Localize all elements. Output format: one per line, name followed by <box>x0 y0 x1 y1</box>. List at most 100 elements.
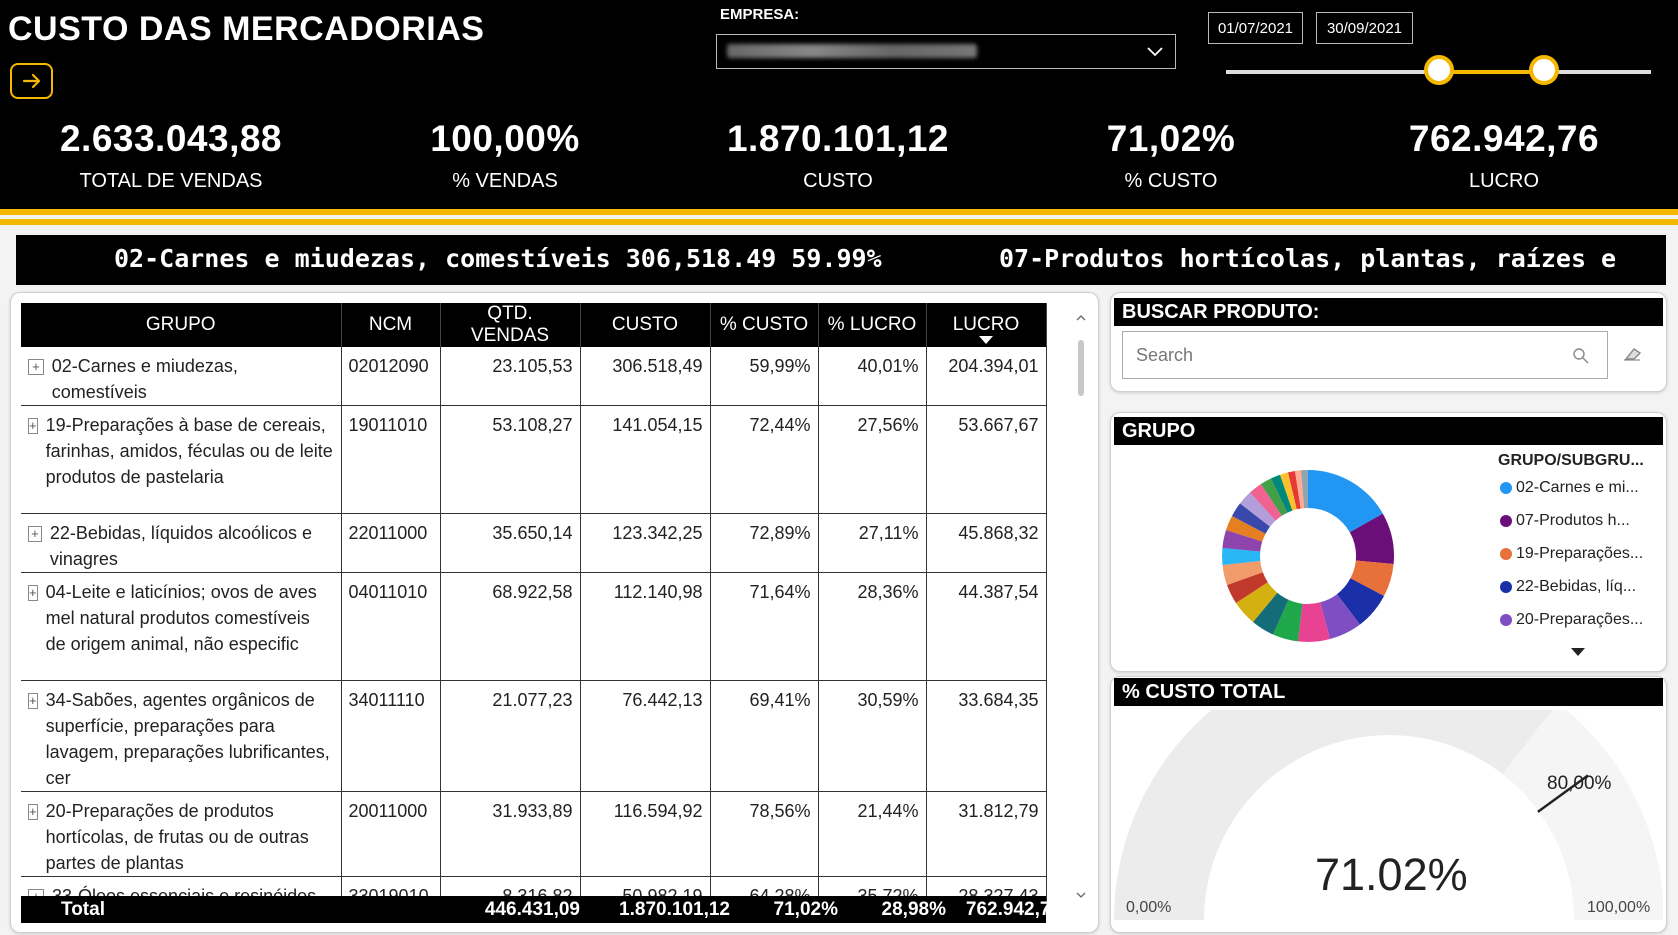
data-table: GRUPO NCM QTD. VENDAS CUSTO % CUSTO % LU… <box>21 303 1047 909</box>
table-row[interactable]: +22-Bebidas, líquidos alcoólicos e vinag… <box>21 513 1047 573</box>
column-header-lucro[interactable]: LUCRO <box>926 303 1047 347</box>
cell-grupo: +20-Preparações de produtos hortícolas, … <box>21 791 342 877</box>
expand-icon[interactable]: + <box>28 359 44 375</box>
gauge-panel-title: % CUSTO TOTAL <box>1114 678 1663 706</box>
grupo-text: 19-Preparações à base de cereais, farinh… <box>45 415 333 487</box>
table-row[interactable]: +02-Carnes e miudezas, comestíveis 02012… <box>21 347 1047 406</box>
navigate-button[interactable] <box>10 63 53 99</box>
expand-icon[interactable]: + <box>28 585 38 601</box>
grupo-text: 20-Preparações de produtos hortícolas, d… <box>45 801 309 873</box>
grupo-donut-chart[interactable] <box>1220 468 1396 644</box>
cell-ncm: 20011000 <box>341 791 441 877</box>
ticker-item: 07-Produtos hortícolas, plantas, raízes … <box>999 244 1617 273</box>
date-slider-end-handle[interactable] <box>1529 55 1559 85</box>
date-end-input[interactable]: 30/09/2021 <box>1316 12 1413 44</box>
cell-grupo: +02-Carnes e miudezas, comestíveis <box>21 347 342 406</box>
cell-ncm: 34011110 <box>341 680 441 792</box>
legend-dot <box>1500 515 1512 527</box>
expand-icon[interactable]: + <box>28 693 38 709</box>
cell-qtd: 53.108,27 <box>440 405 581 514</box>
empresa-redacted-value <box>727 44 977 58</box>
cell-pct-lucro: 27,11% <box>818 513 927 573</box>
gauge-max-label: 100,00% <box>1587 899 1651 916</box>
table-row[interactable]: +04-Leite e laticínios; ovos de aves mel… <box>21 572 1047 681</box>
gauge-min-label: 0,00% <box>1126 899 1172 916</box>
column-header-ncm[interactable]: NCM <box>341 303 441 347</box>
legend-item[interactable]: 07-Produtos h... <box>1500 512 1630 530</box>
cell-grupo: +19-Preparações à base de cereais, farin… <box>21 405 342 514</box>
table-row[interactable]: +20-Preparações de produtos hortícolas, … <box>21 791 1047 877</box>
legend-item[interactable]: 22-Bebidas, líq... <box>1500 578 1636 596</box>
header-bar: CUSTO DAS MERCADORIAS EMPRESA: 01/07/202… <box>0 0 1678 210</box>
kpi-lucro: 762.942,76 LUCRO <box>1354 118 1654 193</box>
cell-pct-custo: 72,44% <box>710 405 819 514</box>
scroll-thumb[interactable] <box>1078 340 1084 396</box>
expand-icon[interactable]: + <box>28 526 42 542</box>
kpi-label: % VENDAS <box>452 170 558 192</box>
column-header-pct-lucro[interactable]: % LUCRO <box>818 303 927 347</box>
kpi-value: 762.942,76 <box>1408 118 1600 159</box>
legend-item[interactable]: 02-Carnes e mi... <box>1500 479 1639 497</box>
search-panel-title: BUSCAR PRODUTO: <box>1114 298 1663 326</box>
table-scrollbar[interactable] <box>1075 314 1087 899</box>
scroll-down-icon[interactable] <box>1076 891 1086 899</box>
cell-lucro: 33.684,35 <box>926 680 1047 792</box>
cell-pct-custo: 78,56% <box>710 791 819 877</box>
chevron-down-icon <box>1147 47 1163 57</box>
kpi-label: LUCRO <box>1468 170 1539 192</box>
table-row[interactable]: +19-Preparações à base de cereais, farin… <box>21 405 1047 514</box>
cell-lucro: 53.667,67 <box>926 405 1047 514</box>
empresa-label: EMPRESA: <box>720 6 800 23</box>
table-row[interactable]: +34-Sabões, agentes orgânicos de superfí… <box>21 680 1047 792</box>
date-slider-start-handle[interactable] <box>1424 55 1454 85</box>
cell-qtd: 21.077,23 <box>440 680 581 792</box>
cell-custo: 306.518,49 <box>580 347 711 406</box>
expand-icon[interactable]: + <box>28 804 38 820</box>
column-header-grupo[interactable]: GRUPO <box>21 303 342 347</box>
legend-more-icon[interactable] <box>1570 647 1586 657</box>
cell-custo: 123.342,25 <box>580 513 711 573</box>
cell-lucro: 204.394,01 <box>926 347 1047 406</box>
legend-item[interactable]: 20-Preparações... <box>1500 611 1643 629</box>
column-header-lucro-label: LUCRO <box>952 314 1020 335</box>
legend-title: GRUPO/SUBGRU... <box>1498 452 1644 469</box>
cell-pct-lucro: 27,56% <box>818 405 927 514</box>
grupo-panel-title: GRUPO <box>1114 417 1663 445</box>
column-header-custo[interactable]: CUSTO <box>580 303 711 347</box>
grupo-text: 02-Carnes e miudezas, comestíveis <box>51 356 238 402</box>
legend-label: 20-Preparações... <box>1516 611 1644 628</box>
legend-label: 22-Bebidas, líq... <box>1516 578 1637 595</box>
legend-label: 02-Carnes e mi... <box>1516 479 1639 496</box>
grupo-text: 34-Sabões, agentes orgânicos de superfíc… <box>45 690 330 788</box>
gauge-target-label: 80,00% <box>1547 773 1612 794</box>
cell-ncm: 19011010 <box>341 405 441 514</box>
scroll-up-icon[interactable] <box>1076 314 1086 322</box>
kpi-total-vendas: 2.633.043,88 TOTAL DE VENDAS <box>21 118 321 193</box>
legend-dot <box>1500 482 1512 494</box>
kpi-label: CUSTO <box>803 170 873 192</box>
column-header-qtd-vendas[interactable]: QTD. VENDAS <box>440 303 581 347</box>
legend-item[interactable]: 19-Preparações... <box>1500 545 1643 563</box>
cell-grupo: +04-Leite e laticínios; ovos de aves mel… <box>21 572 342 681</box>
empresa-dropdown[interactable] <box>716 34 1176 69</box>
kpi-value: 1.870.101,12 <box>726 118 950 159</box>
column-header-pct-custo[interactable]: % CUSTO <box>710 303 819 347</box>
kpi-custo: 1.870.101,12 CUSTO <box>688 118 988 193</box>
eraser-icon[interactable] <box>1622 345 1644 363</box>
sort-descending-icon <box>978 336 993 344</box>
legend-label: 07-Produtos h... <box>1516 512 1630 529</box>
kpi-value: 2.633.043,88 <box>59 118 283 159</box>
kpi-pct-vendas: 100,00% % VENDAS <box>355 118 655 193</box>
cell-custo: 141.054,15 <box>580 405 711 514</box>
kpi-value: 100,00% <box>430 118 580 159</box>
gauge-value: 71.02% <box>1315 849 1468 900</box>
cell-ncm: 22011000 <box>341 513 441 573</box>
scrolling-ticker: 02-Carnes e miudezas, comestíveis 306,51… <box>16 235 1666 285</box>
cell-custo: 116.594,92 <box>580 791 711 877</box>
search-icon <box>1573 348 1589 364</box>
cell-qtd: 23.105,53 <box>440 347 581 406</box>
date-start-input[interactable]: 01/07/2021 <box>1208 12 1303 44</box>
expand-icon[interactable]: + <box>28 418 38 434</box>
legend-dot <box>1500 548 1512 560</box>
search-input[interactable]: Search <box>1122 331 1608 379</box>
